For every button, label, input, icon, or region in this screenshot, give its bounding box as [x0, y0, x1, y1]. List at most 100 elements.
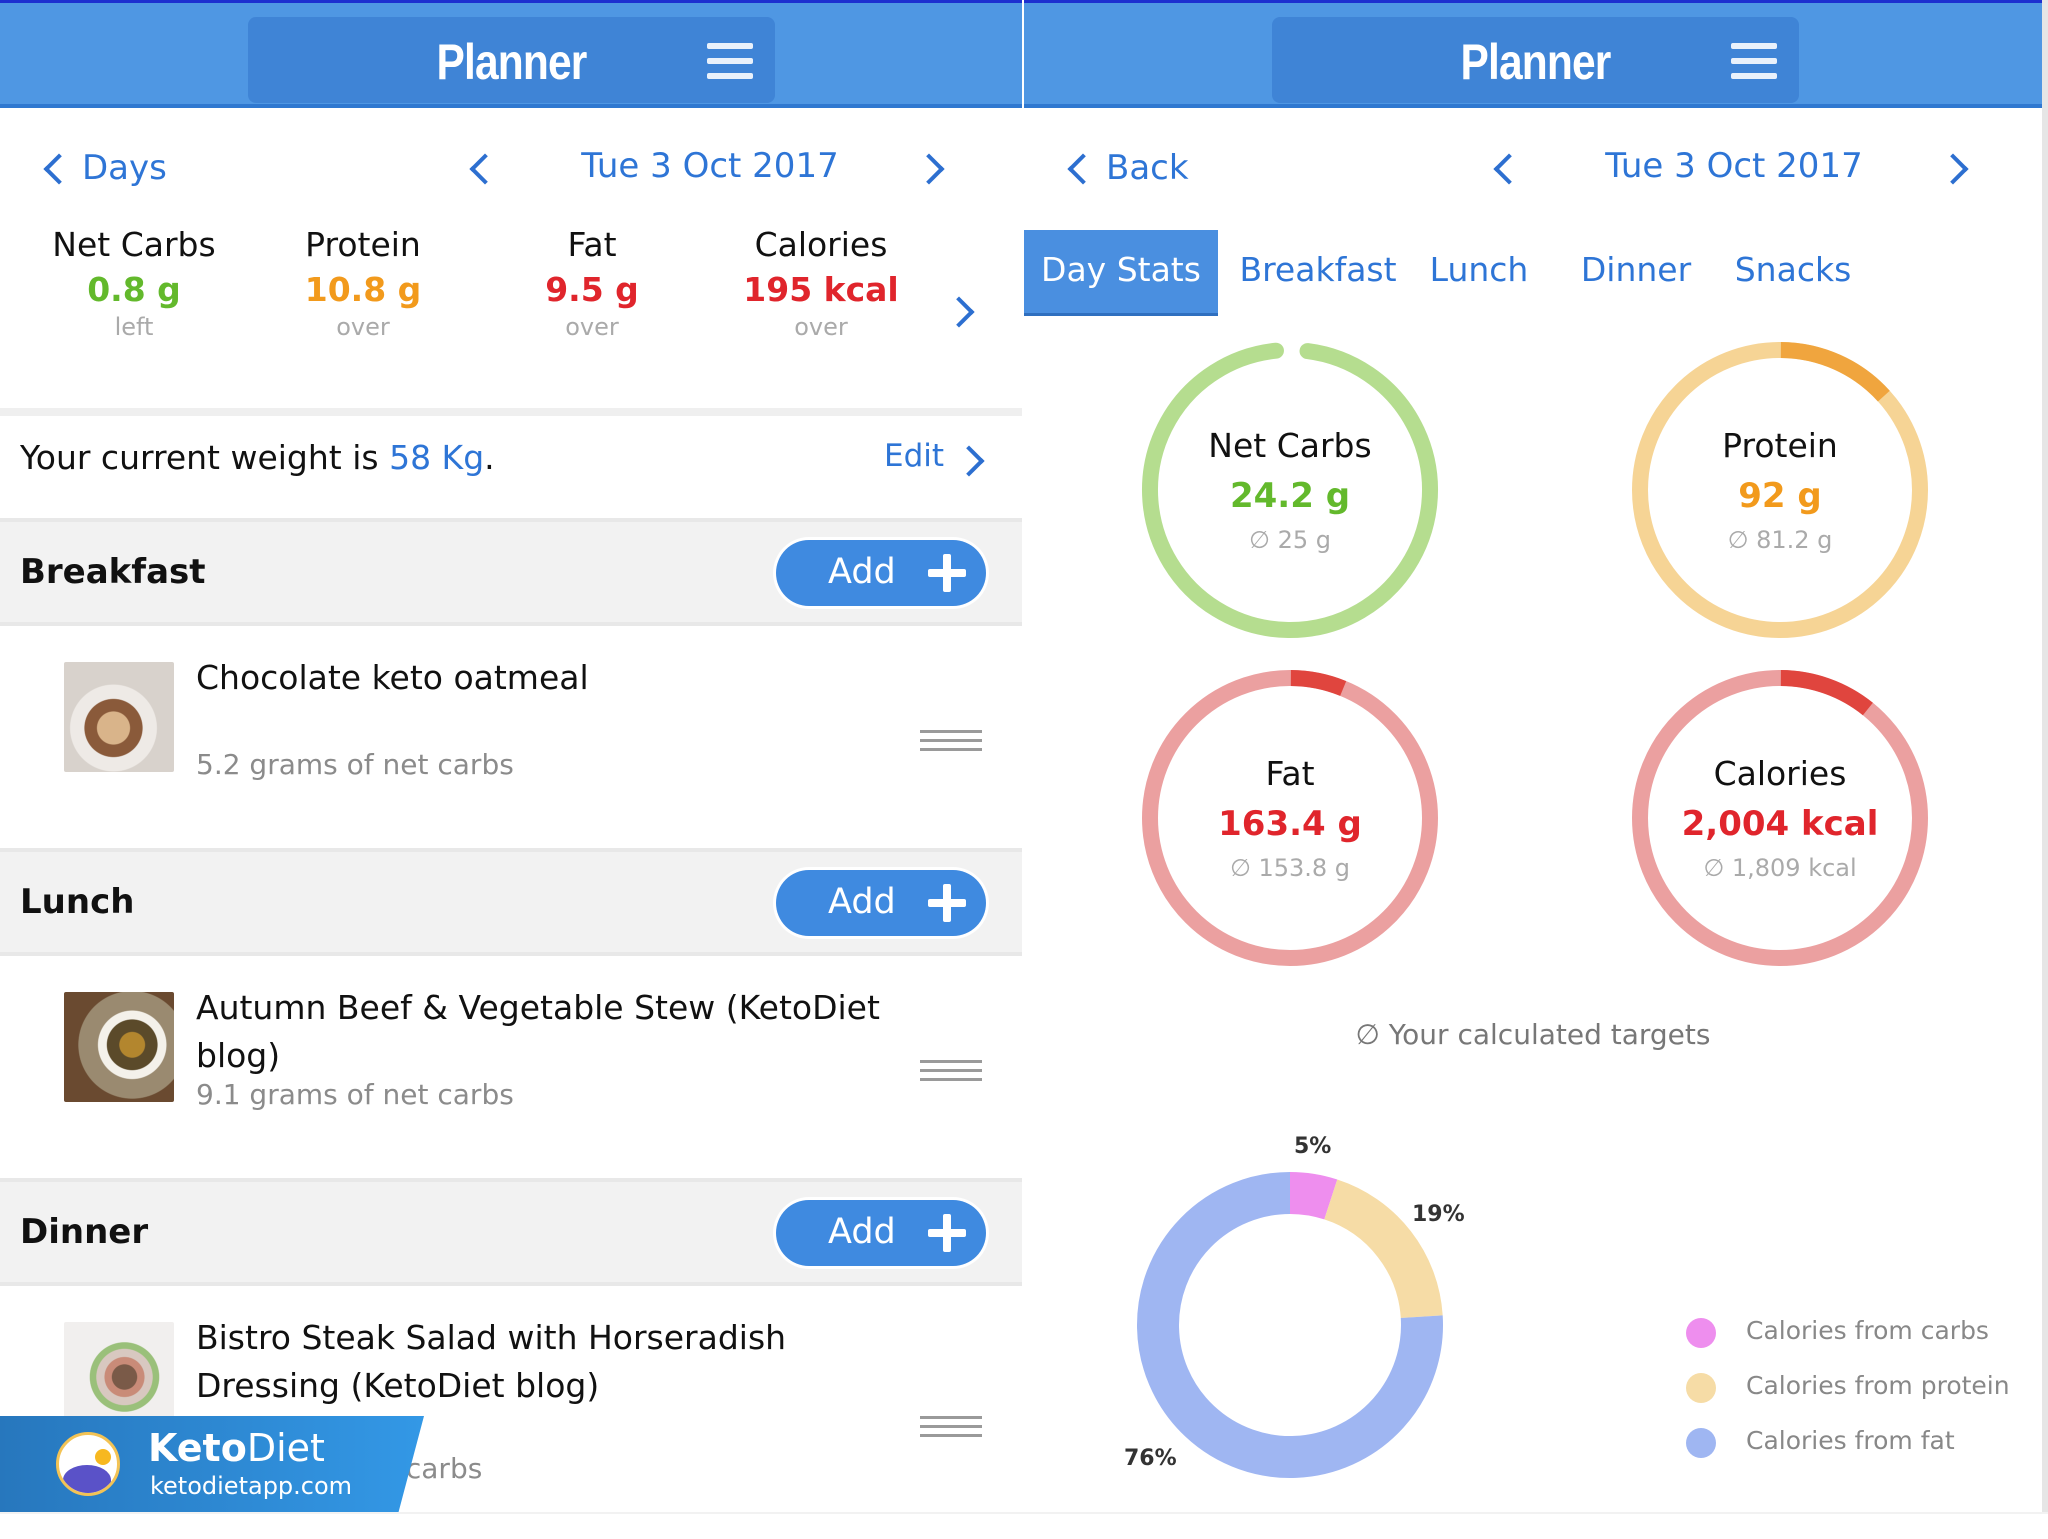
tab-label: Snacks	[1734, 250, 1852, 289]
macro-value: 0.8 g	[87, 270, 181, 309]
next-day-button[interactable]	[913, 146, 958, 192]
drag-handle-icon[interactable]	[920, 730, 982, 754]
tab-day-stats[interactable]: Day Stats	[1024, 230, 1218, 316]
current-date[interactable]: Tue 3 Oct 2017	[1564, 146, 1904, 186]
ring-target: ∅ 1,809 kcal	[1703, 854, 1857, 882]
meal-item[interactable]: Chocolate keto oatmeal 5.2 grams of net …	[0, 626, 1022, 846]
legend-swatch	[1686, 1428, 1716, 1458]
tab-label: Breakfast	[1239, 250, 1397, 289]
add-dinner-button[interactable]: Add	[776, 1200, 986, 1266]
add-lunch-button[interactable]: Add	[776, 870, 986, 936]
legend-swatch	[1686, 1373, 1716, 1403]
pie-slice-protein	[1323, 1179, 1443, 1319]
chevron-right-icon	[953, 445, 985, 477]
drag-handle-icon[interactable]	[920, 1416, 982, 1440]
more-macros-button[interactable]	[943, 287, 988, 337]
ring-target: ∅ 153.8 g	[1229, 854, 1351, 882]
brand-url: ketodietapp.com	[150, 1472, 353, 1500]
recipe-thumbnail	[64, 1322, 174, 1432]
ring-net-carbs: Net Carbs 24.2 g ∅ 25 g	[1130, 330, 1450, 650]
ring-label: Protein	[1722, 426, 1838, 465]
meal-title: Breakfast	[20, 552, 206, 592]
macro-status: left	[114, 313, 154, 341]
current-date[interactable]: Tue 3 Oct 2017	[540, 146, 880, 186]
legend-item-carbs: Calories from carbs	[1660, 1310, 2020, 1365]
page-title: Planner	[1460, 34, 1612, 90]
recipe-name: Bistro Steak Salad with Horseradish Dres…	[196, 1318, 787, 1405]
tab-dinner[interactable]: Dinner	[1574, 230, 1698, 316]
ring-value: 24.2 g	[1229, 476, 1351, 516]
tab-breakfast[interactable]: Breakfast	[1234, 230, 1402, 316]
chart-legend: Calories from carbs Calories from protei…	[1660, 1310, 2020, 1475]
current-weight-text: Your current weight is 58 Kg.	[20, 438, 495, 477]
brand-name: KetoDiet	[148, 1426, 325, 1470]
chevron-left-icon	[43, 153, 75, 185]
ring-value: 92 g	[1738, 476, 1822, 516]
add-breakfast-button[interactable]: Add	[776, 540, 986, 606]
drag-handle-icon[interactable]	[920, 1060, 982, 1084]
ring-over-arc	[1780, 342, 1890, 402]
meal-tabs: Day Stats Breakfast Lunch Dinner Snacks	[1024, 230, 2042, 316]
plus-icon	[928, 1214, 966, 1252]
macro-fat: Fat 9.5 g over	[482, 225, 702, 341]
recipe-thumbnail	[64, 992, 174, 1102]
macro-protein: Protein 10.8 g over	[253, 225, 473, 341]
ring-value: 163.4 g	[1218, 804, 1362, 844]
meal-item[interactable]: Autumn Beef & Vegetable Stew (KetoDiet b…	[0, 956, 1022, 1176]
ring-target: ∅ 81.2 g	[1727, 526, 1833, 554]
recipe-name: Chocolate keto oatmeal	[196, 658, 589, 697]
divider	[0, 408, 1022, 416]
tab-lunch[interactable]: Lunch	[1424, 230, 1534, 316]
meal-title: Lunch	[20, 882, 135, 922]
brand-name-light: Diet	[246, 1426, 325, 1470]
weight-suffix: .	[484, 438, 495, 477]
recipe-net-carbs: 9.1 grams of net carbs	[196, 1078, 514, 1111]
macro-name: Protein	[305, 225, 421, 264]
chevron-left-icon	[469, 153, 501, 185]
hamburger-menu-icon[interactable]	[1731, 43, 1777, 79]
tab-label: Lunch	[1429, 250, 1529, 289]
meal-section-lunch: Lunch Add	[0, 848, 1022, 956]
ring-protein: Protein 92 g ∅ 81.2 g	[1620, 330, 1940, 650]
previous-day-button[interactable]	[1486, 146, 1526, 192]
brand-name-bold: Keto	[148, 1426, 247, 1470]
macro-value: 195 kcal	[743, 270, 899, 309]
pie-label-protein: 19%	[1412, 1202, 1465, 1227]
macro-calories: Calories 195 kcal over	[711, 225, 931, 341]
recipe-name: Autumn Beef & Vegetable Stew (KetoDiet b…	[196, 988, 880, 1075]
hamburger-menu-icon[interactable]	[707, 43, 753, 79]
recipe-thumbnail	[64, 662, 174, 772]
next-day-button[interactable]	[1937, 146, 1982, 192]
macro-value: 10.8 g	[304, 270, 422, 309]
macro-net-carbs: Net Carbs 0.8 g left	[24, 225, 244, 341]
legend-item-fat: Calories from fat	[1660, 1420, 2020, 1475]
ring-over-arc	[1290, 670, 1347, 696]
plus-icon	[928, 554, 966, 592]
legend-swatch	[1686, 1318, 1716, 1348]
add-label: Add	[828, 1212, 896, 1252]
date-navigation: Back Tue 3 Oct 2017	[1024, 140, 2042, 196]
back-label: Back	[1106, 148, 1189, 188]
add-label: Add	[828, 882, 896, 922]
recipe-net-carbs: 5.2 grams of net carbs	[196, 748, 514, 781]
pie-label-fat: 76%	[1124, 1446, 1177, 1471]
edit-weight-button[interactable]: Edit	[884, 436, 994, 486]
add-label: Add	[828, 552, 896, 592]
back-label: Days	[82, 148, 167, 188]
app-header: Planner	[0, 0, 1022, 108]
macro-name: Calories	[754, 225, 888, 264]
tab-snacks[interactable]: Snacks	[1730, 230, 1856, 316]
plus-icon	[928, 884, 966, 922]
legend-label: Calories from fat	[1746, 1426, 1955, 1455]
app-header: Planner	[1024, 0, 2042, 108]
chevron-right-icon	[913, 153, 945, 185]
ring-calories: Calories 2,004 kcal ∅ 1,809 kcal	[1620, 658, 1940, 978]
edit-label: Edit	[884, 438, 945, 474]
pie-slice-fat	[1137, 1172, 1443, 1478]
previous-day-button[interactable]	[462, 146, 502, 192]
ring-label: Net Carbs	[1208, 426, 1372, 465]
ketodiet-brand-badge: KetoDiet ketodietapp.com	[0, 1416, 424, 1512]
macro-value: 9.5 g	[545, 270, 639, 309]
ring-label: Calories	[1713, 754, 1847, 793]
day-stats-panel: Planner Back Tue 3 Oct 2017 Day Stats Br…	[1024, 0, 2048, 1512]
